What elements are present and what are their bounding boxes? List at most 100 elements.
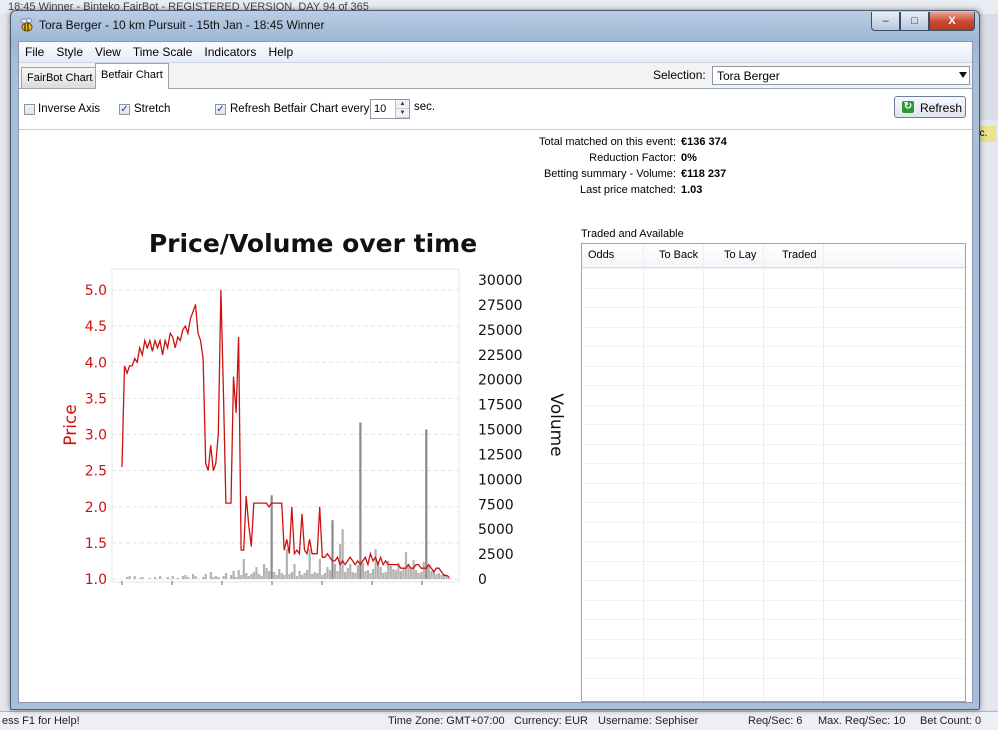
menu-style[interactable]: Style [50,42,89,62]
volume-bar [148,578,152,579]
volume-bar [448,577,451,579]
refresh-interval-stepper[interactable]: 10 ▲ ▼ [370,99,410,119]
volume-bar [298,571,301,579]
grid-row [582,677,965,679]
grid-row [582,346,965,347]
selection-dropdown[interactable]: Tora Berger [712,66,970,85]
volume-tick-label: 22500 [478,348,523,364]
volume-bar [265,568,268,579]
price-tick-label: 2.5 [85,464,107,480]
volume-bar [214,576,217,579]
grid-row [582,307,965,308]
plot-area [111,268,460,583]
status-timezone: Time Zone: GMT+07:00 [388,715,505,727]
volume-bar [351,572,354,579]
volume-bar [202,577,205,579]
volume-bar [402,569,405,579]
column-header-to-lay[interactable]: To Lay [724,249,756,261]
tab-betfair-chart[interactable]: Betfair Chart [95,63,169,89]
close-button[interactable]: X [929,12,975,31]
traded-available-grid[interactable]: Odds To Back To Lay Traded [581,243,966,702]
grid-row [582,521,965,523]
menu-bar: File Style View Time Scale Indicators He… [19,42,972,63]
volume-bar [435,574,438,579]
volume-bar [359,422,362,579]
volume-bar [415,570,418,579]
volume-bar [316,573,319,579]
grid-row [582,463,965,464]
volume-tick-label: 0 [478,572,487,588]
menu-help[interactable]: Help [262,42,299,62]
grid-row [582,424,965,425]
menu-view[interactable]: View [89,42,127,62]
volume-bar [290,572,294,579]
volume-bar [217,577,220,579]
stretch-label: Stretch [134,103,171,115]
volume-bar [230,575,233,579]
column-line [823,244,824,701]
spin-up-icon[interactable]: ▲ [396,100,409,109]
refresh-icon: ↻ [902,101,914,113]
volume-bar [361,563,365,579]
menu-indicators[interactable]: Indicators [198,42,262,62]
column-header-traded[interactable]: Traded [782,249,816,261]
volume-tick-label: 7500 [478,497,514,513]
grid-row [582,541,965,542]
column-line [703,244,704,701]
summary-value: €136 374 [681,136,727,148]
selection-label: Selection: [653,68,706,82]
volume-bar [394,570,397,579]
chart-title: Price/Volume over time [149,229,477,258]
refresh-interval-unit: sec. [414,101,436,113]
volume-bar [153,577,157,579]
spin-down-icon[interactable]: ▼ [396,109,409,118]
refresh-chart-checkbox[interactable]: ✓ [215,104,226,115]
maximize-button[interactable]: □ [900,12,929,31]
stretch-checkbox[interactable]: ✓ [119,104,130,115]
volume-bar [384,572,387,579]
tab-bar: FairBot Chart Betfair Chart Selection: T… [19,63,972,89]
volume-bar [356,565,359,579]
volume-bar [270,495,273,579]
grid-row [582,619,965,620]
volume-bar [308,549,311,579]
volume-tick-label: 25000 [478,323,523,339]
volume-axis-label: Volume [546,393,566,456]
volume-bar [300,575,304,579]
status-max-req-sec: Max. Req/Sec: 10 [818,715,906,727]
status-username: Username: Sephiser [598,715,699,727]
price-tick-label: 1.0 [85,572,107,588]
minimize-button[interactable]: – [871,12,900,31]
tab-fairbot-chart[interactable]: FairBot Chart [21,67,99,88]
menu-time-scale[interactable]: Time Scale [127,42,199,62]
volume-bar [404,552,408,579]
volume-bar [364,571,367,579]
volume-bar [288,574,291,579]
volume-bar [255,567,258,579]
volume-bar [374,549,377,579]
window-title: Tora Berger - 10 km Pursuit - 15th Jan -… [39,18,325,32]
inverse-axis-checkbox[interactable] [24,104,35,115]
summary-label: Total matched on this event: [539,136,676,148]
volume-bar [313,572,316,579]
summary-label: Betting summary - Volume: [543,168,676,180]
price-tick-label: 4.0 [85,355,107,371]
column-header-to-back[interactable]: To Back [659,249,698,261]
volume-bar [412,560,415,579]
volume-bar [260,576,263,579]
volume-tick-label: 10000 [478,472,523,488]
menu-file[interactable]: File [19,42,50,62]
volume-bar [184,575,187,579]
column-header-odds[interactable]: Odds [588,249,614,261]
summary-row: Last price matched: 1.03 [489,184,809,200]
selection-value: Tora Berger [717,69,780,83]
refresh-button[interactable]: ↻ Refresh [894,96,966,118]
volume-bar [303,573,306,579]
price-tick-label: 2.0 [85,500,107,516]
title-bar[interactable]: Tora Berger - 10 km Pursuit - 15th Jan -… [11,11,979,39]
grid-row [582,268,965,269]
volume-bar [186,577,190,579]
volume-bar [399,571,403,579]
volume-bar [331,520,334,579]
volume-bar [126,577,129,579]
